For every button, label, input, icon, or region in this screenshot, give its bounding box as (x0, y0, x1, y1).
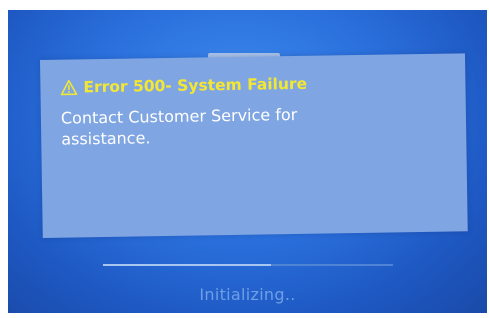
warning-triangle-icon (60, 79, 78, 96)
error-dialog: Error 500- System Failure Contact Custom… (40, 53, 468, 238)
progress-bar (103, 264, 393, 266)
tv-screen: PHILIPS Error 500- System Failure Contac… (8, 10, 487, 313)
status-text: Initializing.. (199, 285, 296, 304)
error-message: Contact Customer Service for assistance. (60, 104, 298, 149)
dialog-title: Error 500- System Failure (60, 75, 307, 97)
error-title-text: Error 500- System Failure (83, 74, 308, 97)
progress-fill (103, 264, 272, 266)
